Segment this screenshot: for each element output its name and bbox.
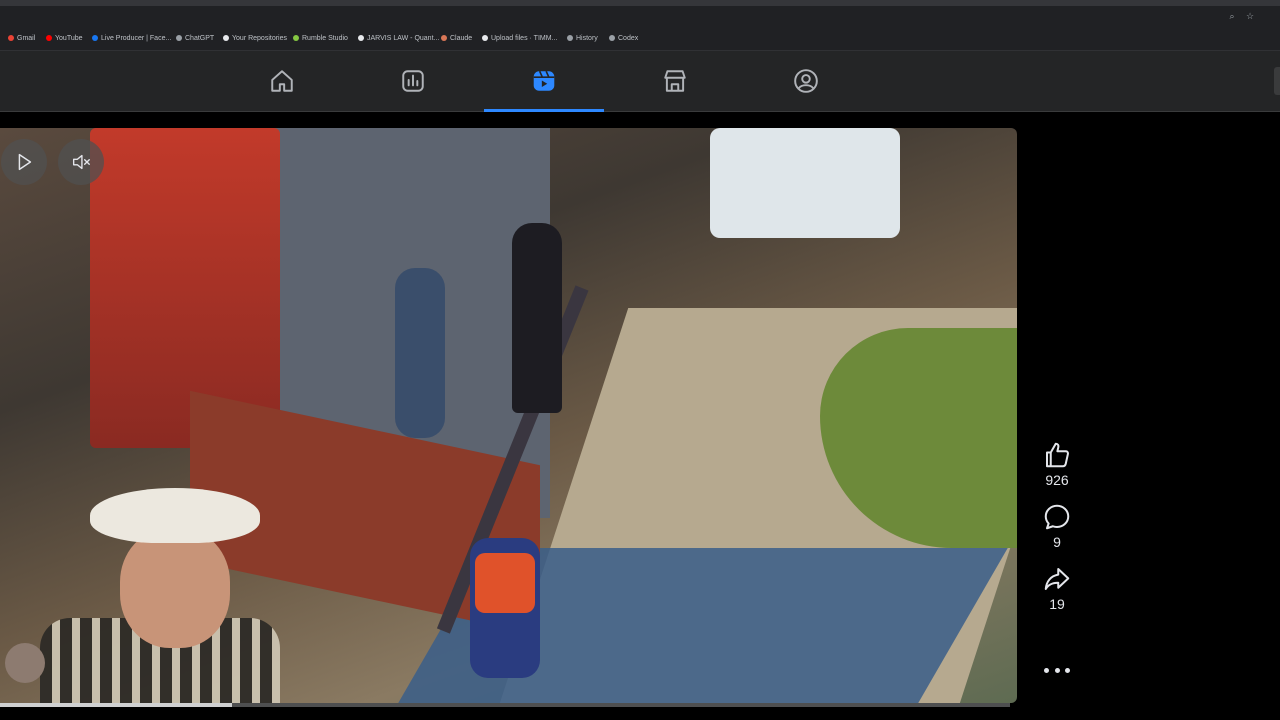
bookmark-codex[interactable]: Codex: [609, 33, 638, 45]
video-scene-red-truck: [90, 128, 280, 448]
bookmark-jarvis-law[interactable]: JARVIS LAW - Quant...: [358, 33, 439, 45]
video-progress-bar[interactable]: [0, 703, 1010, 707]
reel-video[interactable]: [0, 128, 1017, 703]
thumbs-up-icon: [1046, 442, 1069, 468]
bookmark-claude[interactable]: Claude: [441, 33, 472, 45]
rumble-icon: [293, 35, 299, 41]
globe-icon: [358, 35, 364, 41]
zoom-icon[interactable]: ⌕: [1227, 11, 1237, 21]
video-scene-white-pickup: [710, 128, 900, 238]
claude-icon: [441, 35, 447, 41]
bookmark-chatgpt[interactable]: ChatGPT: [176, 33, 214, 45]
chatgpt-icon: [176, 35, 182, 41]
like-button[interactable]: 926: [1030, 440, 1084, 488]
video-scene-safety-vest: [475, 553, 535, 613]
codex-icon: [609, 35, 615, 41]
history-icon: [567, 35, 573, 41]
bookmark-star-icon[interactable]: ☆: [1245, 11, 1255, 21]
active-tab-indicator: [484, 109, 604, 112]
bookmark-history[interactable]: History: [567, 33, 598, 45]
comment-icon: [1044, 504, 1070, 530]
nav-home[interactable]: [222, 51, 342, 111]
menu-edge-button[interactable]: [1274, 67, 1280, 95]
play-button[interactable]: [1, 139, 47, 185]
address-bar-edge: [0, 0, 1280, 6]
bookmark-upload-files[interactable]: Upload files · TIMM...: [482, 33, 557, 45]
more-dot: [1044, 667, 1049, 673]
comment-count: 9: [1053, 534, 1061, 550]
home-icon: [271, 70, 293, 92]
bookmarks-bar: Gmail YouTube Live Producer | Face... Ch…: [0, 28, 1280, 51]
share-count: 19: [1049, 596, 1065, 612]
bookmark-rumble-studio[interactable]: Rumble Studio: [293, 33, 348, 45]
bookmark-youtube[interactable]: YouTube: [46, 33, 83, 45]
nav-reels[interactable]: [484, 51, 604, 112]
video-progress-fill: [0, 703, 233, 707]
video-scene-person: [512, 223, 562, 413]
reel-actions: 926 9 19: [1030, 440, 1084, 626]
more-dot: [1054, 667, 1060, 673]
share-arrow-icon: [1044, 568, 1070, 590]
bookmark-live-producer[interactable]: Live Producer | Face...: [92, 33, 171, 45]
nav-marketplace[interactable]: [615, 51, 735, 111]
profile-icon: [794, 69, 818, 93]
nav-profile[interactable]: [746, 51, 866, 111]
bookmark-repositories[interactable]: Your Repositories: [223, 33, 287, 45]
reactor-cowboy-hat: [90, 488, 260, 543]
muted-speaker-icon: [72, 154, 90, 170]
github-icon: [482, 35, 488, 41]
play-icon: [18, 153, 32, 171]
facebook-icon: [92, 35, 98, 41]
facebook-top-nav: [0, 51, 1280, 112]
nav-insights[interactable]: [353, 51, 473, 111]
video-scene-person: [395, 268, 445, 438]
github-icon: [223, 35, 229, 41]
reactor-webcam-overlay: [20, 488, 290, 703]
reactor-face: [120, 528, 230, 648]
youtube-icon: [46, 35, 52, 41]
marketplace-icon: [664, 70, 686, 92]
share-button[interactable]: 19: [1030, 564, 1084, 612]
mute-button[interactable]: [58, 139, 104, 185]
insights-icon: [402, 70, 424, 92]
like-count: 926: [1045, 472, 1069, 488]
browser-address-strip: ⌕ ☆: [0, 0, 1280, 28]
gmail-icon: [8, 35, 14, 41]
more-options-button[interactable]: [1044, 660, 1070, 680]
reels-icon: [533, 70, 555, 91]
avatar: [5, 643, 45, 683]
comment-button[interactable]: 9: [1030, 502, 1084, 550]
bookmark-gmail[interactable]: Gmail: [8, 33, 35, 45]
more-dot: [1065, 667, 1070, 673]
